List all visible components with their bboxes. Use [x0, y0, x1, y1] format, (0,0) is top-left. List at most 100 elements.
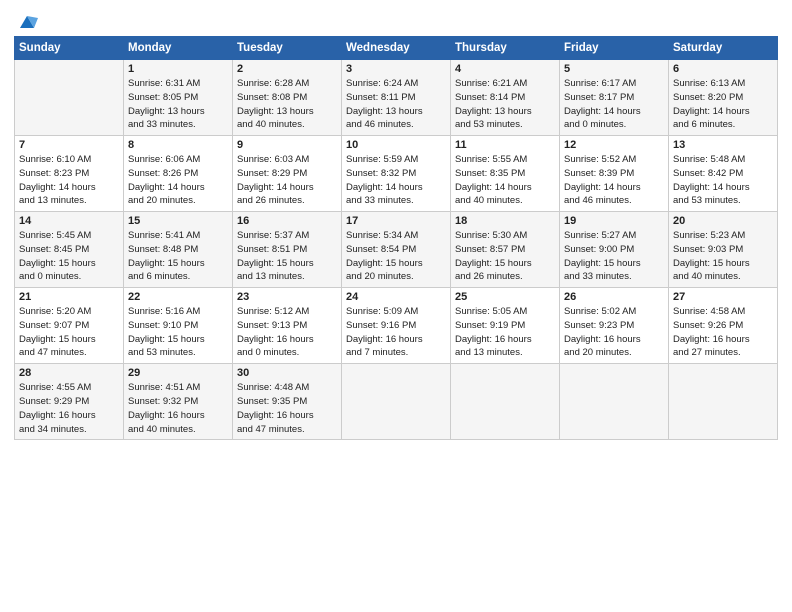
weekday-header-tuesday: Tuesday: [233, 37, 342, 60]
day-details: Sunrise: 6:24 AMSunset: 8:11 PMDaylight:…: [346, 77, 446, 132]
day-detail-line: and 47 minutes.: [237, 423, 337, 437]
day-details: Sunrise: 5:30 AMSunset: 8:57 PMDaylight:…: [455, 229, 555, 284]
day-number: 17: [346, 215, 446, 227]
day-cell: 25Sunrise: 5:05 AMSunset: 9:19 PMDayligh…: [451, 288, 560, 364]
day-cell: 28Sunrise: 4:55 AMSunset: 9:29 PMDayligh…: [15, 364, 124, 440]
day-number: 24: [346, 291, 446, 303]
day-details: Sunrise: 5:37 AMSunset: 8:51 PMDaylight:…: [237, 229, 337, 284]
day-detail-line: Daylight: 16 hours: [128, 409, 228, 423]
day-cell: [15, 60, 124, 136]
day-number: 1: [128, 63, 228, 75]
day-detail-line: Sunset: 9:26 PM: [673, 319, 773, 333]
day-number: 30: [237, 367, 337, 379]
day-number: 21: [19, 291, 119, 303]
week-row-4: 21Sunrise: 5:20 AMSunset: 9:07 PMDayligh…: [15, 288, 778, 364]
day-detail-line: Daylight: 15 hours: [455, 257, 555, 271]
day-detail-line: Sunrise: 5:23 AM: [673, 229, 773, 243]
day-detail-line: Daylight: 14 hours: [455, 181, 555, 195]
day-detail-line: Daylight: 14 hours: [564, 105, 664, 119]
day-cell: 20Sunrise: 5:23 AMSunset: 9:03 PMDayligh…: [669, 212, 778, 288]
day-cell: 16 Sunrise: 5:37 AMSunset: 8:51 PMDayligh…: [233, 212, 342, 288]
day-cell: 8Sunrise: 6:06 AMSunset: 8:26 PMDaylight…: [124, 136, 233, 212]
day-detail-line: Sunset: 9:23 PM: [564, 319, 664, 333]
day-detail-line: Daylight: 15 hours: [19, 257, 119, 271]
day-cell: 12Sunrise: 5:52 AMSunset: 8:39 PMDayligh…: [560, 136, 669, 212]
day-detail-line: and 40 minutes.: [237, 118, 337, 132]
day-detail-line: and 26 minutes.: [455, 270, 555, 284]
day-cell: 2Sunrise: 6:28 AMSunset: 8:08 PMDaylight…: [233, 60, 342, 136]
day-number: 18: [455, 215, 555, 227]
day-detail-line: Sunrise: 6:31 AM: [128, 77, 228, 91]
day-detail-line: Sunset: 8:26 PM: [128, 167, 228, 181]
day-detail-line: Sunset: 9:32 PM: [128, 395, 228, 409]
day-detail-line: Sunset: 8:23 PM: [19, 167, 119, 181]
day-detail-line: Daylight: 14 hours: [673, 105, 773, 119]
day-details: Sunrise: 6:17 AMSunset: 8:17 PMDaylight:…: [564, 77, 664, 132]
day-cell: 23Sunrise: 5:12 AMSunset: 9:13 PMDayligh…: [233, 288, 342, 364]
day-number: 15: [128, 215, 228, 227]
day-details: Sunrise: 6:06 AMSunset: 8:26 PMDaylight:…: [128, 153, 228, 208]
day-detail-line: Sunrise: 5:55 AM: [455, 153, 555, 167]
day-details: Sunrise: 5:52 AMSunset: 8:39 PMDaylight:…: [564, 153, 664, 208]
day-detail-line: Sunset: 8:32 PM: [346, 167, 446, 181]
weekday-header-sunday: Sunday: [15, 37, 124, 60]
day-cell: 18 Sunrise: 5:30 AMSunset: 8:57 PMDayligh…: [451, 212, 560, 288]
day-detail-line: Sunrise: 6:13 AM: [673, 77, 773, 91]
day-detail-line: Sunset: 9:00 PM: [564, 243, 664, 257]
day-detail-line: Daylight: 15 hours: [128, 333, 228, 347]
day-detail-line: Sunset: 8:57 PM: [455, 243, 555, 257]
day-cell: [451, 364, 560, 440]
day-detail-line: Daylight: 16 hours: [237, 409, 337, 423]
day-detail-line: Daylight: 16 hours: [455, 333, 555, 347]
day-detail-line: Daylight: 14 hours: [673, 181, 773, 195]
day-details: Sunrise: 6:10 AMSunset: 8:23 PMDaylight:…: [19, 153, 119, 208]
day-detail-line: Sunrise: 6:03 AM: [237, 153, 337, 167]
day-detail-line: Sunrise: 5:59 AM: [346, 153, 446, 167]
day-cell: [560, 364, 669, 440]
day-cell: 13Sunrise: 5:48 AMSunset: 8:42 PMDayligh…: [669, 136, 778, 212]
day-detail-line: Sunset: 8:54 PM: [346, 243, 446, 257]
day-details: Sunrise: 4:51 AMSunset: 9:32 PMDaylight:…: [128, 381, 228, 436]
logo: [14, 10, 38, 32]
day-detail-line: Sunset: 9:19 PM: [455, 319, 555, 333]
day-detail-line: Sunrise: 6:06 AM: [128, 153, 228, 167]
day-number: 7: [19, 139, 119, 151]
day-details: Sunrise: 5:45 AMSunset: 8:45 PMDaylight:…: [19, 229, 119, 284]
day-detail-line: Sunset: 9:07 PM: [19, 319, 119, 333]
day-number: 16: [237, 215, 337, 227]
day-detail-line: Daylight: 13 hours: [346, 105, 446, 119]
weekday-header-row: SundayMondayTuesdayWednesdayThursdayFrid…: [15, 37, 778, 60]
day-details: Sunrise: 5:41 AMSunset: 8:48 PMDaylight:…: [128, 229, 228, 284]
day-cell: 3Sunrise: 6:24 AMSunset: 8:11 PMDaylight…: [342, 60, 451, 136]
weekday-header-thursday: Thursday: [451, 37, 560, 60]
week-row-5: 28Sunrise: 4:55 AMSunset: 9:29 PMDayligh…: [15, 364, 778, 440]
day-detail-line: and 53 minutes.: [455, 118, 555, 132]
day-detail-line: Sunset: 8:39 PM: [564, 167, 664, 181]
day-detail-line: Sunset: 8:45 PM: [19, 243, 119, 257]
day-detail-line: Sunset: 8:17 PM: [564, 91, 664, 105]
day-detail-line: Sunset: 9:29 PM: [19, 395, 119, 409]
weekday-header-friday: Friday: [560, 37, 669, 60]
day-cell: 27Sunrise: 4:58 AMSunset: 9:26 PMDayligh…: [669, 288, 778, 364]
day-number: 13: [673, 139, 773, 151]
day-detail-line: Daylight: 16 hours: [564, 333, 664, 347]
day-detail-line: Sunrise: 6:24 AM: [346, 77, 446, 91]
day-cell: 6Sunrise: 6:13 AMSunset: 8:20 PMDaylight…: [669, 60, 778, 136]
day-number: 11: [455, 139, 555, 151]
day-detail-line: Sunrise: 5:45 AM: [19, 229, 119, 243]
day-number: 2: [237, 63, 337, 75]
day-detail-line: Sunrise: 5:37 AM: [237, 229, 337, 243]
day-number: 14: [19, 215, 119, 227]
day-cell: 21Sunrise: 5:20 AMSunset: 9:07 PMDayligh…: [15, 288, 124, 364]
day-details: Sunrise: 5:55 AMSunset: 8:35 PMDaylight:…: [455, 153, 555, 208]
day-detail-line: Sunset: 9:13 PM: [237, 319, 337, 333]
day-details: Sunrise: 5:02 AMSunset: 9:23 PMDaylight:…: [564, 305, 664, 360]
calendar-body: 1Sunrise: 6:31 AMSunset: 8:05 PMDaylight…: [15, 60, 778, 440]
day-detail-line: Daylight: 16 hours: [19, 409, 119, 423]
day-detail-line: Sunrise: 6:17 AM: [564, 77, 664, 91]
day-number: 9: [237, 139, 337, 151]
calendar-container: SundayMondayTuesdayWednesdayThursdayFrid…: [0, 0, 792, 448]
day-detail-line: Sunrise: 5:30 AM: [455, 229, 555, 243]
day-detail-line: Daylight: 13 hours: [237, 105, 337, 119]
day-details: Sunrise: 6:13 AMSunset: 8:20 PMDaylight:…: [673, 77, 773, 132]
